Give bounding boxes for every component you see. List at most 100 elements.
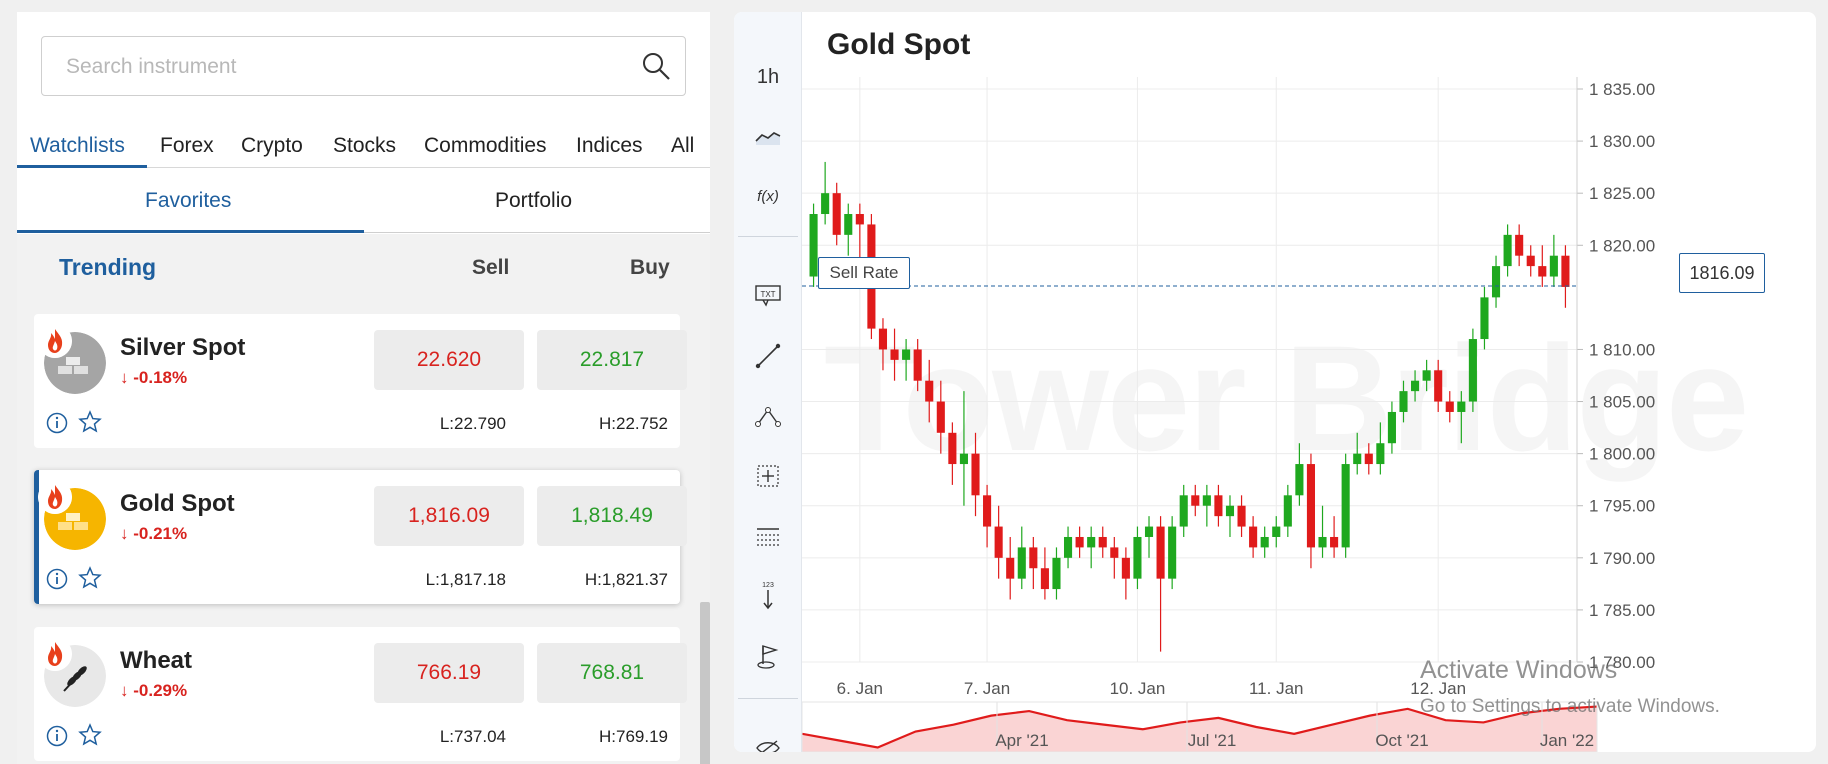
category-tabs: Watchlists Forex Crypto Stocks Commoditi… (17, 124, 710, 168)
grid-icon (757, 528, 779, 546)
y-tick-label: 1 805.00 (1589, 393, 1655, 412)
tab-all[interactable]: All (671, 134, 694, 158)
hide-drawings-button[interactable] (744, 728, 792, 752)
watchlist-panel: Search instrument Watchlists Forex Crypt… (17, 12, 710, 764)
search-input[interactable]: Search instrument (41, 36, 686, 96)
buy-price-button[interactable]: 22.817 (537, 330, 687, 390)
candle-body (1399, 391, 1408, 412)
candle-body (1237, 505, 1246, 527)
chart-toolbar: 1h f(x) TXT 123 (734, 12, 802, 752)
chart-type-button[interactable] (744, 116, 792, 156)
candle-body (1191, 495, 1200, 506)
trend-line-button[interactable] (744, 336, 792, 376)
candle-body (959, 453, 968, 465)
favorite-star-icon[interactable] (78, 723, 102, 747)
path-tool-button[interactable] (744, 396, 792, 436)
hide-icon (756, 740, 780, 752)
indicators-button[interactable]: f(x) (744, 176, 792, 216)
sell-price-button[interactable]: 766.19 (374, 643, 524, 703)
x-tick-label: 7. Jan (964, 679, 1010, 698)
candle-body (994, 526, 1003, 558)
x-tick-label: 6. Jan (837, 679, 883, 698)
info-icon[interactable] (46, 412, 68, 434)
favorite-star-icon[interactable] (78, 566, 102, 590)
navigator-label: Jan '22 (1540, 731, 1594, 750)
text-annotation-button[interactable]: TXT (744, 276, 792, 316)
candle-body (936, 401, 945, 433)
y-tick-label: 1 830.00 (1589, 132, 1655, 151)
trending-fire-icon (38, 480, 72, 514)
flag-button[interactable] (744, 636, 792, 676)
info-icon[interactable] (46, 725, 68, 747)
measure-button[interactable]: 123 (744, 576, 792, 616)
candle-body (1006, 557, 1015, 579)
candle-body (1283, 495, 1292, 527)
candle-body (971, 453, 980, 496)
candle-body (1098, 536, 1107, 548)
y-tick-label: 1 835.00 (1589, 80, 1655, 99)
instrument-card-wheat[interactable]: Wheat ↓ -0.29% 766.19 768.81 L:737.04 H:… (34, 627, 687, 761)
candle-body (913, 349, 922, 381)
crosshair-button[interactable] (744, 456, 792, 496)
candle-body (1480, 297, 1489, 340)
list-scrollbar[interactable] (700, 602, 710, 764)
sell-price-button[interactable]: 1,816.09 (374, 486, 524, 546)
candle-body (1318, 536, 1327, 548)
candle-body (1457, 401, 1466, 412)
buy-column-header: Buy (630, 256, 670, 279)
candle-body (1144, 526, 1154, 537)
favorite-star-icon[interactable] (78, 410, 102, 434)
instrument-card-gold-spot[interactable]: Gold Spot ↓ -0.21% 1,816.09 1,818.49 L:1… (34, 470, 687, 604)
candle-body (1538, 266, 1547, 277)
candle-body (1387, 411, 1396, 444)
candle-body (1052, 557, 1061, 590)
candle-body (832, 193, 841, 235)
tab-commodities[interactable]: Commodities (424, 134, 547, 158)
timeframe-button[interactable]: 1h (744, 57, 792, 97)
y-tick-label: 1 795.00 (1589, 497, 1655, 516)
path-icon (755, 407, 781, 427)
grid-button[interactable] (744, 516, 792, 556)
toolbar-divider (738, 698, 798, 699)
y-tick-label: 1 825.00 (1589, 184, 1655, 203)
tab-indices[interactable]: Indices (576, 134, 643, 158)
search-icon[interactable] (641, 51, 671, 81)
tab-favorites[interactable]: Favorites (145, 189, 231, 213)
price-chart[interactable]: 1 835.00 1 830.00 1 825.00 1 820.00 1 810.00… (802, 12, 1816, 752)
instrument-name: Wheat (120, 647, 192, 674)
y-tick-label: 1 785.00 (1589, 601, 1655, 620)
sell-price-button[interactable]: 22.620 (374, 330, 524, 390)
candle-body (1330, 536, 1339, 548)
tab-portfolio[interactable]: Portfolio (495, 189, 572, 213)
trending-fire-icon (38, 324, 72, 358)
candle-body (1179, 495, 1188, 527)
change-percent: ↓ -0.29% (120, 681, 188, 700)
navigator-label: Oct '21 (1375, 731, 1428, 750)
buy-price-button[interactable]: 768.81 (537, 643, 687, 703)
tab-forex[interactable]: Forex (160, 134, 214, 158)
info-icon[interactable] (46, 568, 68, 590)
toolbar-divider (738, 236, 798, 237)
activation-watermark-title: Activate Windows (1420, 656, 1618, 684)
candle-body (1110, 547, 1119, 558)
candle-body (821, 193, 830, 215)
tab-watchlists[interactable]: Watchlists (30, 134, 125, 158)
candle-body (1364, 453, 1373, 465)
candle-body (1260, 536, 1269, 548)
instrument-name: Silver Spot (120, 334, 246, 361)
low-value: L:737.04 (439, 727, 506, 746)
candle-body (878, 328, 888, 350)
tab-crypto[interactable]: Crypto (241, 134, 303, 158)
instrument-card-silver-spot[interactable]: Silver Spot ↓ -0.18% 22.620 22.817 L:22.… (34, 314, 687, 448)
candle-body (1225, 505, 1235, 517)
buy-price-button[interactable]: 1,818.49 (537, 486, 687, 546)
measure-icon: 123 (762, 582, 774, 610)
x-tick-label: 10. Jan (1110, 679, 1166, 698)
tab-stocks[interactable]: Stocks (333, 134, 396, 158)
chart-panel: 1h f(x) TXT 123 1 835.00 1 830.00 1 825.… (734, 12, 1816, 752)
candle-body (1272, 526, 1281, 537)
candle-body (1434, 370, 1443, 402)
crosshair-icon (757, 465, 779, 487)
candle-body (1168, 526, 1177, 579)
trending-fire-icon (38, 637, 72, 671)
